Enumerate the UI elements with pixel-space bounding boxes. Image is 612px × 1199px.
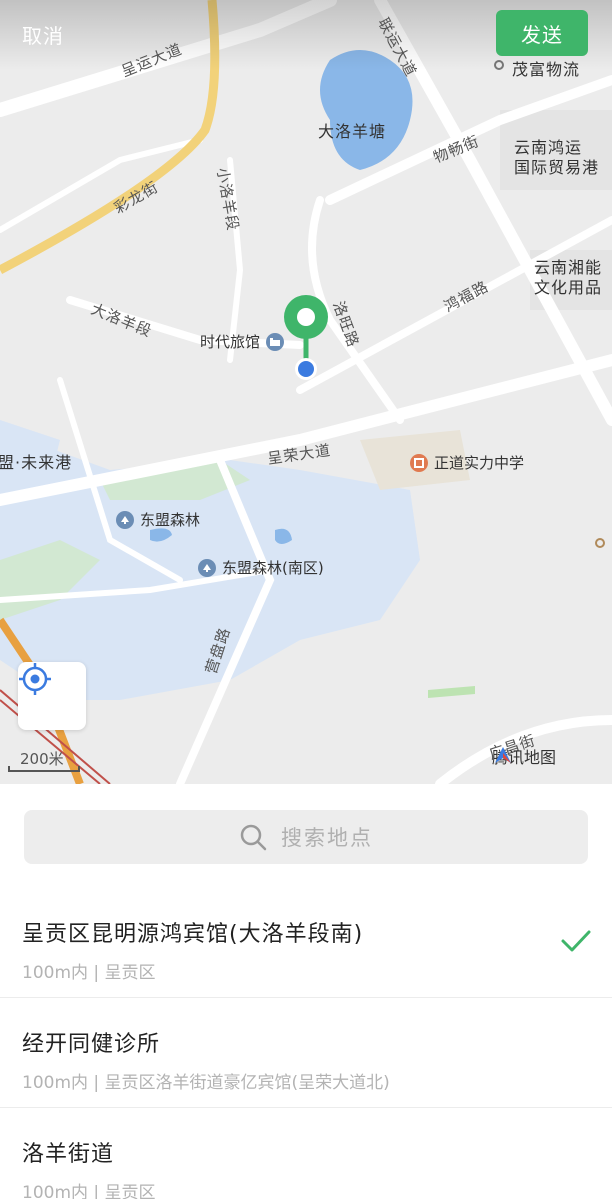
poi-shidai-hotel[interactable]: 时代旅馆 — [200, 331, 285, 352]
location-pin-icon[interactable] — [280, 293, 332, 383]
map-base — [0, 0, 612, 784]
map-view[interactable]: 呈运大道 联运大道 物畅街 彩龙街 小洛羊段 大洛羊段 洛旺路 鸿福路 呈荣大道… — [0, 0, 612, 784]
poi-dongmeng-forest[interactable]: 东盟森林 — [116, 509, 200, 530]
result-name: 洛羊街道 — [22, 1142, 115, 1167]
result-address: 100m内 | 呈贡区洛羊街道豪亿宾馆(呈荣大道北) — [22, 1073, 390, 1093]
school-label: 正道实力中学 — [434, 454, 525, 472]
search-input[interactable]: 搜索地点 — [24, 810, 588, 864]
check-icon — [561, 930, 591, 952]
locate-icon — [19, 663, 51, 695]
park-icon — [116, 510, 134, 529]
map-brand: 腾讯地图 — [492, 744, 556, 768]
list-item[interactable]: 呈贡区昆明源鸿宾馆(大洛羊段南) 100m内 | 呈贡区 — [0, 888, 612, 998]
result-address: 100m内 | 呈贡区 — [22, 1183, 156, 1199]
list-item[interactable]: 洛羊街道 100m内 | 呈贡区 — [0, 1108, 612, 1199]
place-label: 茂富物流 — [512, 60, 581, 79]
scale-bar — [8, 766, 80, 772]
result-name: 经开同健诊所 — [22, 1032, 161, 1057]
send-button[interactable]: 发送 — [496, 10, 588, 56]
park-icon — [198, 558, 216, 577]
poi-zhengdao-school[interactable]: 正道实力中学 — [410, 452, 524, 473]
place-label: 盟·未来港 — [0, 453, 73, 472]
lake-label: 大洛羊塘 — [318, 122, 387, 141]
place-label: 云南鸿运 国际贸易港 — [514, 138, 600, 177]
list-item[interactable]: 经开同健诊所 100m内 | 呈贡区洛羊街道豪亿宾馆(呈荣大道北) — [0, 998, 612, 1108]
park-label: 东盟森林(南区) — [222, 559, 324, 577]
school-icon — [410, 453, 428, 472]
search-placeholder: 搜索地点 — [281, 826, 373, 850]
poi-dongmeng-forest-south[interactable]: 东盟森林(南区) — [198, 557, 324, 578]
tencent-map-logo-icon — [495, 747, 511, 763]
locate-button[interactable] — [18, 662, 86, 730]
map-scale: 200米 — [8, 748, 80, 774]
hotel-label: 时代旅馆 — [200, 333, 261, 351]
park-label: 东盟森林 — [140, 511, 201, 529]
results-panel: 搜索地点 呈贡区昆明源鸿宾馆(大洛羊段南) 100m内 | 呈贡区 经开同健诊所… — [0, 784, 612, 1199]
result-name: 呈贡区昆明源鸿宾馆(大洛羊段南) — [22, 922, 364, 947]
search-icon — [240, 824, 267, 851]
place-label: 云南湘能 文化用品 — [534, 258, 603, 297]
cancel-button[interactable]: 取消 — [22, 20, 64, 49]
result-address: 100m内 | 呈贡区 — [22, 963, 156, 983]
